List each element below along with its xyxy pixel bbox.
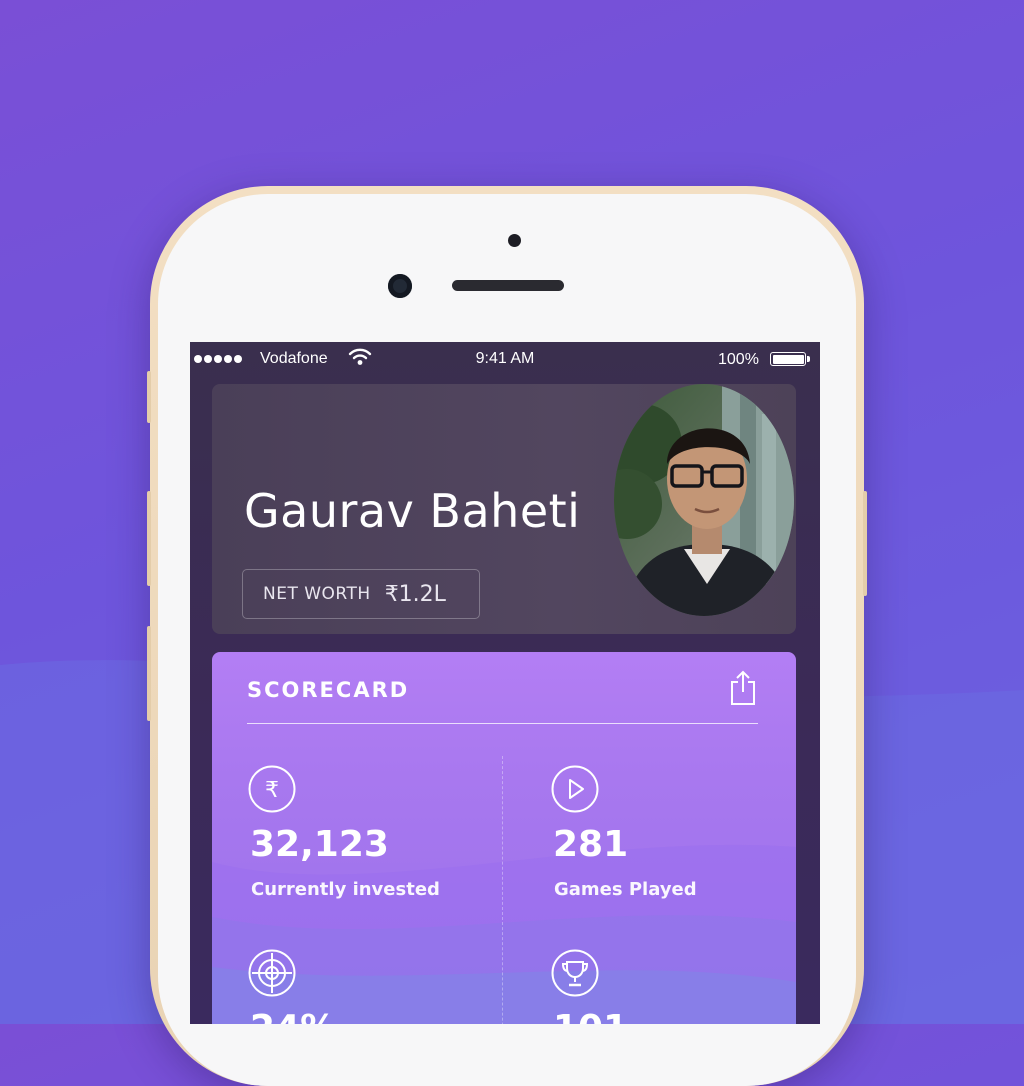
stat-wins-value: 101 — [553, 1008, 628, 1024]
battery-icon — [770, 352, 810, 366]
scorecard-divider — [247, 723, 758, 724]
profile-card: Gaurav Baheti NET WORTH ₹1.2L — [212, 384, 796, 634]
status-bar: Vodafone 9:41 AM 100% — [190, 342, 820, 376]
stat-invested-value: 32,123 — [250, 824, 389, 865]
stat-games-label: Games Played — [554, 879, 697, 900]
user-name: Gaurav Baheti — [244, 484, 581, 538]
app-screen: Vodafone 9:41 AM 100% Gaurav Baheti NET … — [190, 342, 820, 1024]
scorecard-title: SCORECARD — [247, 678, 410, 702]
rupee-icon: ₹ — [248, 765, 296, 813]
volume-up-button — [147, 491, 151, 586]
front-camera — [388, 274, 412, 298]
stat-accuracy-value: 24% — [250, 1008, 336, 1024]
svg-text:₹: ₹ — [265, 778, 279, 803]
play-icon — [551, 765, 599, 813]
earpiece-speaker — [452, 280, 564, 291]
stat-invested-label: Currently invested — [251, 879, 440, 900]
share-icon[interactable] — [728, 670, 758, 706]
volume-down-button — [147, 626, 151, 721]
stat-games-value: 281 — [553, 824, 629, 865]
mute-switch — [147, 371, 151, 423]
column-divider — [502, 756, 503, 1024]
target-icon — [248, 949, 296, 997]
net-worth-value: ₹1.2L — [384, 581, 446, 607]
battery-percentage: 100% — [718, 351, 759, 368]
power-button — [863, 491, 867, 596]
trophy-icon — [551, 949, 599, 997]
avatar[interactable] — [612, 384, 796, 616]
net-worth-badge[interactable]: NET WORTH ₹1.2L — [242, 569, 480, 619]
net-worth-label: NET WORTH — [263, 584, 371, 604]
proximity-sensor — [508, 234, 521, 247]
scorecard-card: SCORECARD ₹ 32,123 Currently invested 28… — [212, 652, 796, 1024]
